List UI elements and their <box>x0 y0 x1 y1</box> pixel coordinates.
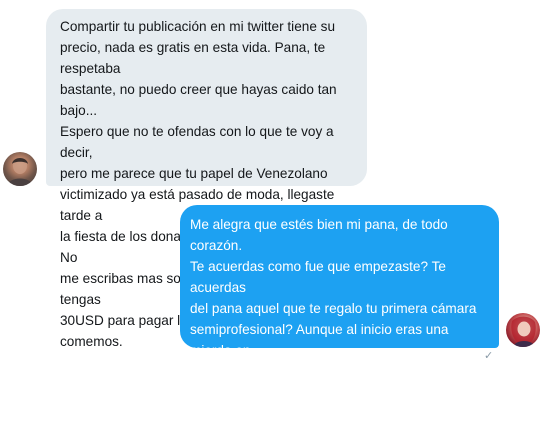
sent-message-bubble[interactable]: Me alegra que estés bien mi pana, de tod… <box>180 205 499 442</box>
read-receipt-check-icon: ✓ <box>484 350 494 362</box>
sender-avatar[interactable] <box>3 152 37 186</box>
message-thread: Compartir tu publicación en mi twitter t… <box>0 0 544 442</box>
own-avatar-image <box>511 316 536 347</box>
own-avatar[interactable] <box>506 313 540 347</box>
received-message-bubble[interactable]: Compartir tu publicación en mi twitter t… <box>46 9 367 349</box>
sender-avatar-image <box>7 158 33 186</box>
